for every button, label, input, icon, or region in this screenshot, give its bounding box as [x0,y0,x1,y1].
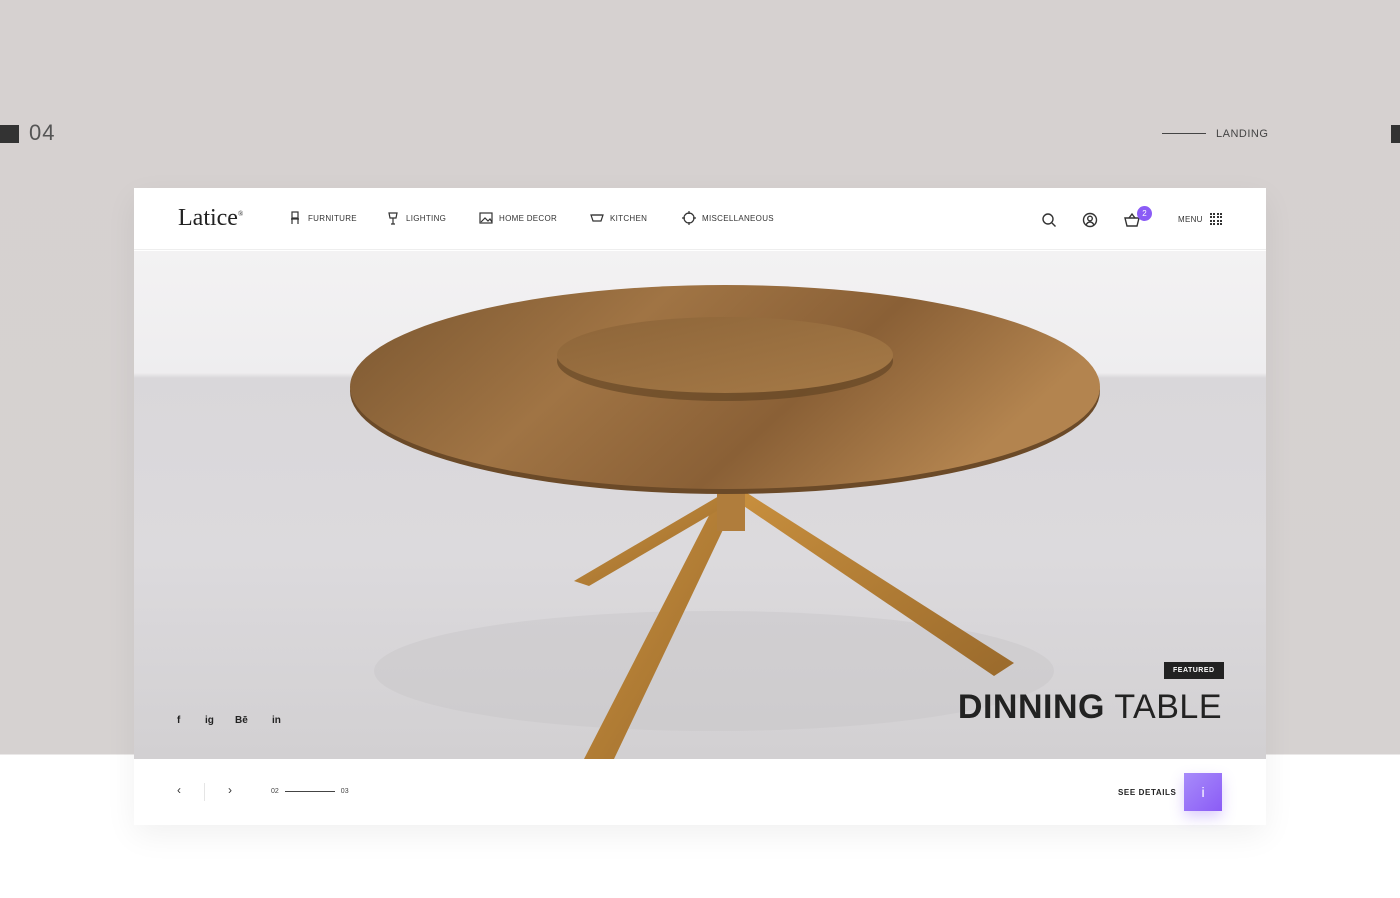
title-bold: DINNING [957,688,1105,726]
nav-label: FURNITURE [308,213,357,223]
top-nav: Latice® FURNITURE LIGHTING HOME DECOR KI… [134,188,1266,250]
slider-footer: ‹ › 02 03 SEE DETAILS i [134,759,1266,825]
menu-label[interactable]: MENU [1178,215,1203,224]
user-icon [1082,212,1098,228]
bowl-icon [590,214,604,222]
product-title: DINNING TABLE [958,688,1222,727]
behance-link[interactable]: Bē [235,715,248,726]
slide-pager: 02 03 [271,788,349,795]
featured-badge: FEATURED [1164,662,1224,679]
nav-label: HOME DECOR [499,213,558,223]
logo-text: Latice [178,205,238,231]
picture-icon [479,212,493,224]
nav-item-furniture[interactable]: FURNITURE [288,211,357,225]
page-total: 03 [340,788,349,795]
menu-grid-icon[interactable] [1210,213,1222,225]
decor-block-left [0,125,19,143]
instagram-link[interactable]: ig [205,715,214,726]
prev-arrow[interactable]: ‹ [177,783,181,797]
next-arrow[interactable]: › [228,783,232,797]
search-icon [1042,213,1056,227]
hero-image: f ig Bē in FEATURED DINNING TABLE [134,251,1266,759]
nav-item-lighting[interactable]: LIGHTING [386,211,446,225]
nav-label: LIGHTING [406,213,447,223]
facebook-link[interactable]: f [177,715,180,726]
nav-item-home-decor[interactable]: HOME DECOR [479,211,557,225]
nav-label: KITCHEN [610,213,648,223]
landing-frame: Latice® FURNITURE LIGHTING HOME DECOR KI… [134,188,1266,825]
title-light: TABLE [1114,688,1222,726]
pager-line [284,791,335,792]
search-button[interactable] [1041,212,1057,228]
nav-label: MISCELLANEOUS [702,213,774,223]
logo-mark: ® [237,210,244,218]
section-line [1162,133,1206,134]
section-label: LANDING [1216,128,1269,140]
see-details-link[interactable]: SEE DETAILS [1118,788,1176,797]
nav-item-miscellaneous[interactable]: MISCELLANEOUS [682,211,774,225]
decor-block-right [1391,125,1400,143]
cart-count-badge: 2 [1137,206,1152,221]
linkedin-link[interactable]: in [272,715,281,726]
target-icon [682,211,696,225]
logo[interactable]: Latice® [178,205,243,232]
info-button[interactable]: i [1184,773,1222,811]
nav-item-kitchen[interactable]: KITCHEN [590,211,647,225]
account-button[interactable] [1082,212,1098,228]
slide-number: 04 [29,120,56,145]
lamp-icon [388,212,398,225]
chair-icon [291,211,299,224]
arrow-divider [204,783,205,801]
page-current: 02 [271,788,279,795]
table-illustration [350,285,1100,759]
